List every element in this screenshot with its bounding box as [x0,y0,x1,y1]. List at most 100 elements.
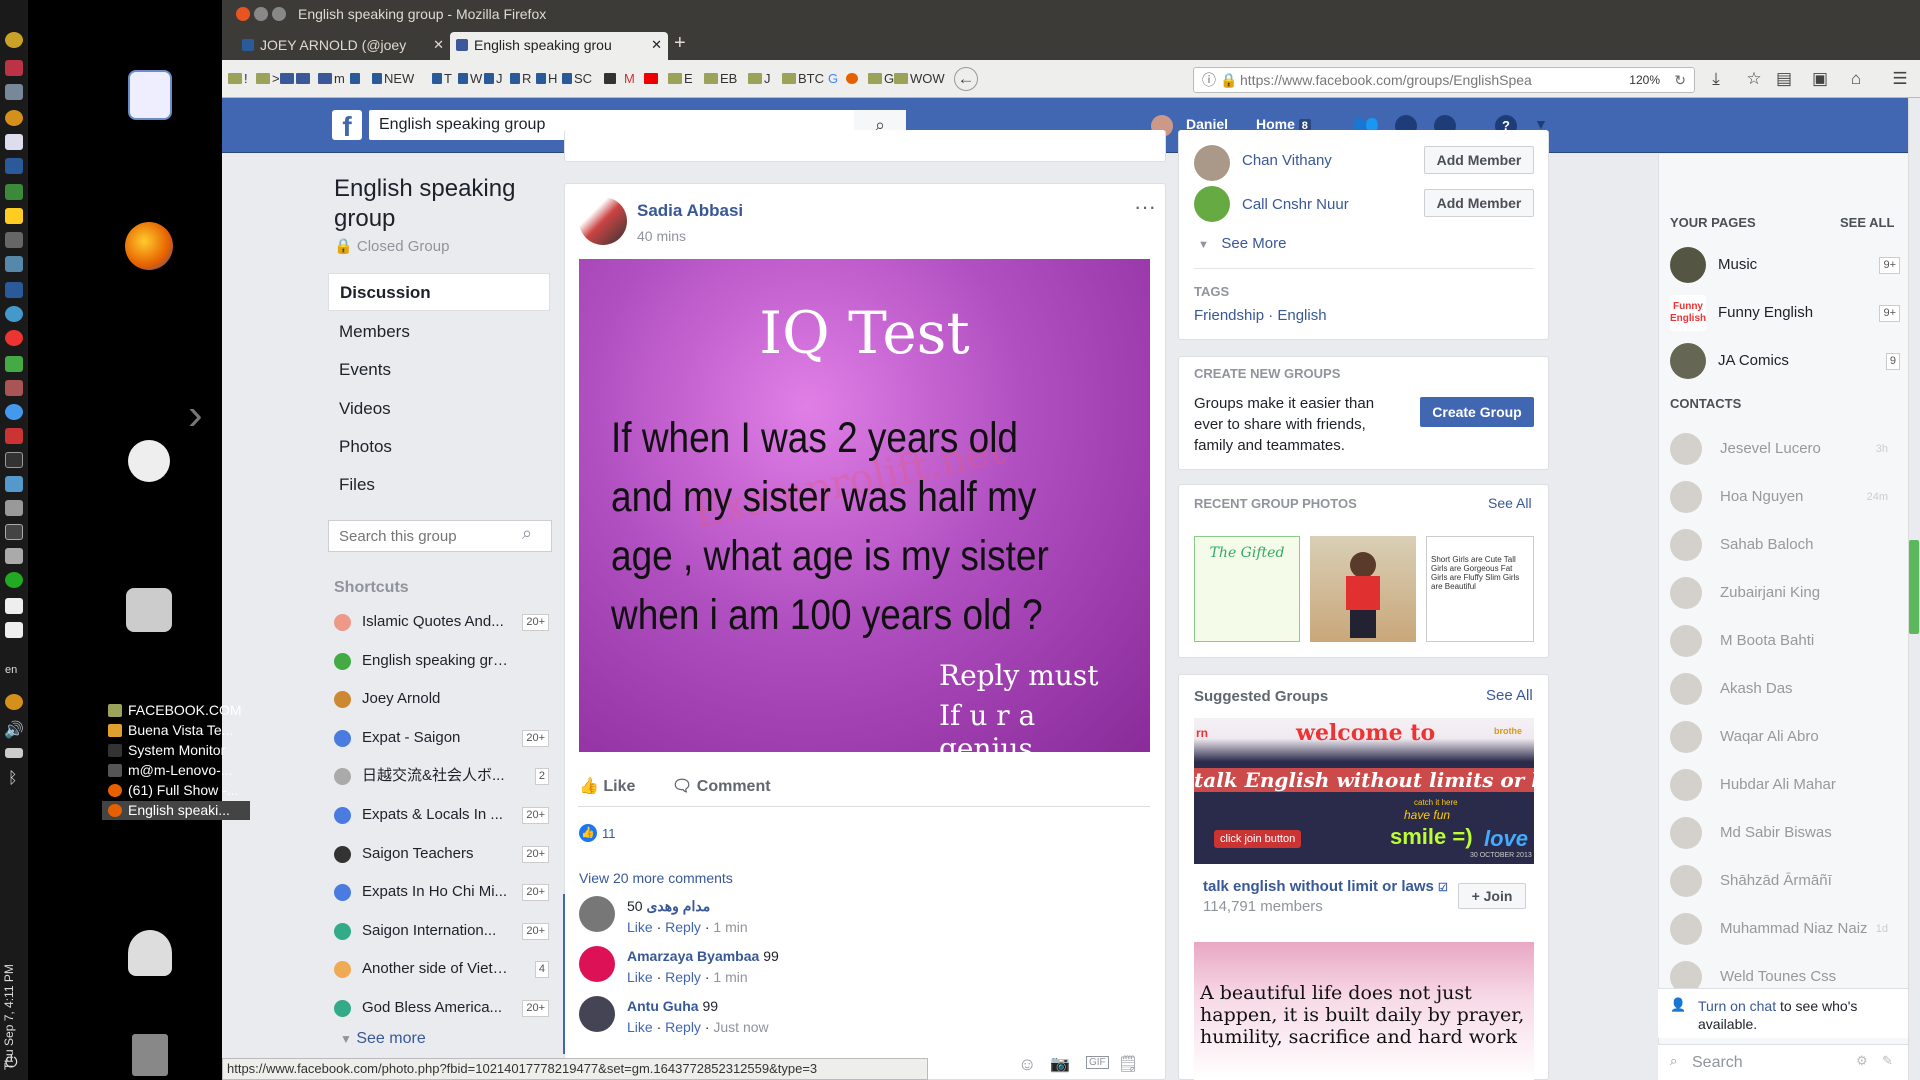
comment-author[interactable]: مدام وهدى [646,898,710,914]
contact-item[interactable]: Hoa Nguyen 24m [1670,478,1900,516]
suggested-group-banner-2[interactable]: A beautiful life does not just happen, i… [1194,942,1534,1080]
bookmark[interactable] [604,71,618,87]
chevron-right-icon[interactable]: › [188,390,203,440]
file-cabinet-icon[interactable] [126,588,172,632]
contact-item[interactable]: Akash Das [1670,670,1900,708]
reaction-count[interactable]: 11 [602,826,616,841]
add-member-button[interactable]: Add Member [1424,146,1534,174]
bookmark[interactable]: m [318,71,345,87]
firefox-icon[interactable] [125,222,173,270]
launcher-app-icon[interactable] [5,356,23,372]
maximize-window-button[interactable] [272,7,286,21]
tab-joey[interactable]: JOEY ARNOLD (@joey ✕ [236,32,450,60]
nav-files[interactable]: Files [328,466,550,504]
tab-english-group[interactable]: English speaking grou ✕ [450,32,668,60]
post-options-icon[interactable]: ··· [1134,194,1156,220]
bookmark[interactable]: R [510,71,531,87]
bookmark[interactable]: ! [228,71,248,87]
bookmark[interactable]: H [536,71,557,87]
launcher-app-icon[interactable] [5,208,23,224]
like-button[interactable]: 👍 Like [579,776,635,796]
shortcut-item[interactable]: God Bless America... 20+ [334,996,549,1020]
keyboard-lang-indicator[interactable]: en [5,664,17,676]
compose-icon[interactable]: ✎ [1882,1053,1893,1069]
group-title[interactable]: English speaking group [334,174,550,234]
window-list-item[interactable]: FACEBOOK.COM [102,701,250,720]
launcher-app-icon[interactable] [5,476,23,492]
comment-reply-link[interactable]: Reply [665,1019,701,1035]
comment-reply-link[interactable]: Reply [665,969,701,985]
home-icon[interactable]: ⌂ [1846,69,1866,89]
contact-item[interactable]: Waqar Ali Abro [1670,718,1900,756]
gear-icon[interactable]: ⚙ [1856,1053,1868,1069]
launcher-app-icon[interactable] [5,184,23,200]
bluetooth-icon[interactable]: ᛒ [8,770,18,788]
shortcut-item[interactable]: 日越交流&社会人ボ... 2 [334,764,549,788]
clock[interactable]: Thu Sep 7, 4:11 PM [2,930,26,1070]
shortcut-item[interactable]: Joey Arnold [334,687,549,711]
volume-icon[interactable]: 🔊 [4,720,24,740]
contact-item[interactable]: Md Sabir Biswas [1670,814,1900,852]
launcher-app-icon[interactable] [5,622,23,638]
url-bar[interactable]: ⓘ 🔒 https://www.facebook.com/groups/Engl… [1193,67,1695,93]
page-item-music[interactable]: Music 9+ [1670,245,1900,285]
contact-item[interactable]: M Boota Bahti [1670,622,1900,660]
close-window-button[interactable] [236,7,250,21]
launcher-app-icon[interactable] [5,380,23,396]
shortcut-item[interactable]: Expats In Ho Chi Mi... 20+ [334,880,549,904]
trash-icon[interactable] [132,1034,168,1076]
search-icon[interactable]: ⌕ [522,523,532,544]
member-avatar[interactable] [1194,186,1230,222]
launcher-app-icon[interactable] [5,598,23,614]
page-item-funny-english[interactable]: Funny English Funny English 9+ [1670,293,1900,333]
shortcut-item[interactable]: Saigon Internation... 20+ [334,919,549,943]
contact-item[interactable]: Sahab Baloch [1670,526,1900,564]
nav-photos[interactable]: Photos [328,428,550,466]
view-more-comments[interactable]: View 20 more comments [579,870,733,886]
shortcut-item[interactable]: Expat - Saigon 20+ [334,726,549,750]
launcher-app-icon[interactable] [5,134,23,150]
comment-author[interactable]: Antu Guha [627,998,699,1014]
contact-item[interactable]: Muhammad Niaz Naiz 1d [1670,910,1900,948]
window-list-item[interactable]: (61) Full Show -... [102,781,250,800]
comment-reply-link[interactable]: Reply [665,919,701,935]
launcher-app-icon[interactable] [5,306,23,322]
close-tab-icon[interactable]: ✕ [651,32,662,58]
user-switch-icon[interactable] [128,930,172,976]
launcher-app-icon[interactable] [5,572,23,588]
launcher-app-icon[interactable] [5,500,23,516]
bookmark[interactable] [350,71,362,87]
launcher-app-icon[interactable] [5,60,23,76]
scrollbar-thumb[interactable] [1909,540,1919,634]
add-member-button[interactable]: Add Member [1424,189,1534,217]
reading-list-icon[interactable]: ▤ [1774,69,1794,89]
comment-button[interactable]: 🗨 Comment [672,776,771,796]
minimize-window-button[interactable] [254,7,268,21]
contact-item[interactable]: Shāhzād Ārmāñī [1670,862,1900,900]
bookmark[interactable] [846,71,860,87]
launcher-app-icon[interactable] [5,232,23,248]
bookmark[interactable]: M [624,71,635,87]
back-button[interactable]: ← [954,67,978,91]
suggested-group-name[interactable]: talk english without limit or laws ☑ [1203,878,1448,895]
bookmark[interactable]: G [828,71,838,87]
power-icon[interactable]: ⏻ [5,1054,18,1072]
nav-discussion[interactable]: Discussion [328,273,550,311]
download-icon[interactable]: ⤓ [1706,69,1726,89]
reload-icon[interactable]: ↻ [1674,68,1686,92]
emoji-icon[interactable]: ☺ [1018,1054,1036,1075]
document-icon[interactable] [128,70,172,120]
bookmark[interactable]: WOW [894,71,945,87]
battery-icon[interactable] [5,748,23,758]
menu-icon[interactable]: ☰ [1890,69,1910,89]
suggested-see-all[interactable]: See All [1486,687,1533,704]
launcher-app-icon[interactable] [5,158,23,174]
bookmark[interactable] [280,71,312,87]
group-photo[interactable]: Short Girls are Cute Tall Girls are Gorg… [1426,536,1534,642]
comment-time[interactable]: Just now [713,1019,768,1035]
camera-icon[interactable]: 📷 [1050,1054,1070,1074]
launcher-app-icon[interactable] [5,282,23,298]
launcher-app-icon[interactable] [5,256,23,272]
launcher-app-icon[interactable] [5,32,23,48]
comment-like-link[interactable]: Like [627,919,653,935]
